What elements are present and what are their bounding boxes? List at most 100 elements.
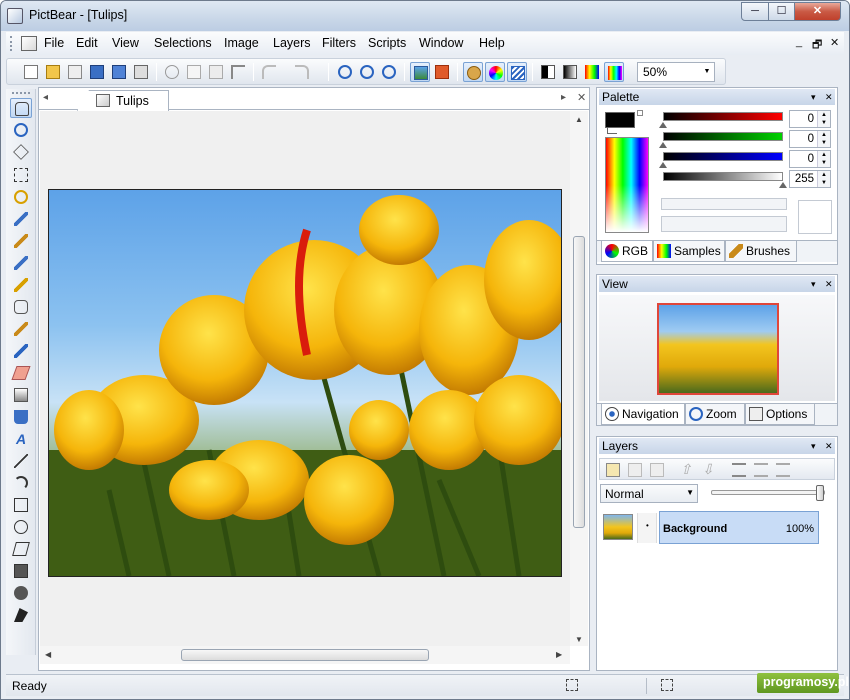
chevron-down-icon[interactable]: ▼: [686, 488, 694, 497]
red-slider[interactable]: [663, 112, 783, 121]
opacity-slider[interactable]: [711, 485, 825, 501]
color-wheel-icon[interactable]: [485, 62, 505, 82]
horizontal-scroll-thumb[interactable]: [181, 649, 429, 661]
menu-window[interactable]: Window: [419, 36, 463, 50]
mdi-restore-button[interactable]: 🗗: [812, 36, 822, 55]
blue-spinner[interactable]: ▲ ▼: [817, 151, 830, 167]
save-button[interactable]: [87, 62, 107, 82]
close-button[interactable]: ✕: [794, 2, 841, 21]
pin-icon[interactable]: ▾: [811, 89, 816, 105]
menu-grip[interactable]: [10, 36, 13, 51]
green-value-input[interactable]: 0 ▲ ▼: [789, 130, 831, 148]
navigator-area[interactable]: [599, 295, 835, 401]
grayscale-icon[interactable]: [560, 62, 580, 82]
scroll-up-icon[interactable]: ▲: [575, 115, 583, 124]
eyedropper-icon[interactable]: [10, 341, 32, 361]
open-folder-button[interactable]: [65, 62, 85, 82]
filled-polygon-icon[interactable]: [10, 605, 32, 625]
foreground-color-swatch[interactable]: [605, 112, 635, 128]
redo-button[interactable]: [292, 62, 322, 82]
alpha-value-input[interactable]: 255 ▲ ▼: [789, 170, 831, 188]
menu-file[interactable]: File: [44, 36, 64, 50]
horizontal-scrollbar[interactable]: ◀ ▶: [40, 646, 570, 664]
red-slider-handle[interactable]: [659, 122, 667, 128]
scroll-down-icon[interactable]: ▼: [575, 635, 583, 644]
layer-visibility-icon[interactable]: •: [637, 513, 657, 543]
smudge-icon[interactable]: [10, 297, 32, 317]
print-button[interactable]: [131, 62, 151, 82]
layers-icon[interactable]: [507, 62, 527, 82]
document-close-button[interactable]: ✕: [577, 91, 586, 104]
tab-samples[interactable]: Samples: [653, 241, 725, 262]
text-tool-icon[interactable]: A: [10, 429, 32, 449]
scroll-right-icon[interactable]: ▶: [556, 650, 562, 659]
menu-help[interactable]: Help: [479, 36, 505, 50]
layer-name-cell[interactable]: Background 100%: [659, 511, 819, 544]
menu-filters[interactable]: Filters: [322, 36, 356, 50]
move-layer-up-icon[interactable]: ⇧: [677, 460, 697, 480]
image-view-icon[interactable]: [410, 62, 430, 82]
pin-icon[interactable]: ▾: [811, 438, 816, 454]
tab-options[interactable]: Options: [745, 404, 815, 425]
new-file-button[interactable]: [21, 62, 41, 82]
blue-value-input[interactable]: 0 ▲ ▼: [789, 150, 831, 168]
tab-tulips[interactable]: Tulips: [77, 90, 169, 111]
move-layer-down-icon[interactable]: ⇩: [699, 460, 719, 480]
color-spectrum[interactable]: [605, 137, 649, 233]
delete-layer-icon[interactable]: [625, 460, 645, 480]
opacity-slider-handle[interactable]: [816, 485, 824, 501]
panel-close-button[interactable]: ✕: [825, 438, 833, 454]
new-layer-icon[interactable]: [603, 460, 623, 480]
canvas-area[interactable]: [40, 111, 570, 646]
curve-tool-icon[interactable]: [10, 473, 32, 493]
merge-visible-icon[interactable]: [751, 460, 771, 480]
move-tool-icon[interactable]: [10, 142, 32, 162]
menu-edit[interactable]: Edit: [76, 36, 98, 50]
panel-close-button[interactable]: ✕: [825, 276, 833, 292]
mail-icon[interactable]: [432, 62, 452, 82]
gradient-icon[interactable]: [10, 385, 32, 405]
app-icon[interactable]: [7, 8, 23, 24]
duplicate-layer-icon[interactable]: [647, 460, 667, 480]
color-levels-icon[interactable]: [582, 62, 602, 82]
navigator-thumbnail[interactable]: [657, 303, 779, 395]
document-icon[interactable]: [21, 36, 37, 51]
palette-icon[interactable]: [463, 62, 483, 82]
paste-icon[interactable]: [206, 62, 226, 82]
pin-icon[interactable]: ▾: [811, 276, 816, 292]
fill-bucket-icon[interactable]: [10, 407, 32, 427]
undo-button[interactable]: [259, 62, 289, 82]
copy-icon[interactable]: [184, 62, 204, 82]
filled-ellipse-icon[interactable]: [10, 583, 32, 603]
airbrush-icon[interactable]: [10, 253, 32, 273]
rect-select-icon[interactable]: [10, 165, 32, 185]
mdi-close-button[interactable]: ✕: [830, 36, 839, 49]
chevron-down-icon[interactable]: ▼: [700, 63, 714, 81]
green-slider-handle[interactable]: [659, 142, 667, 148]
green-spinner[interactable]: ▲ ▼: [817, 131, 830, 147]
brush-icon[interactable]: [10, 231, 32, 251]
flatten-icon[interactable]: [773, 460, 793, 480]
menu-image[interactable]: Image: [224, 36, 259, 50]
polygon-tool-icon[interactable]: [10, 539, 32, 559]
background-color-swatch[interactable]: [637, 110, 643, 116]
pencil-icon[interactable]: [10, 209, 32, 229]
alpha-spinner[interactable]: ▲ ▼: [817, 171, 830, 187]
eraser-icon[interactable]: [10, 363, 32, 383]
maximize-button[interactable]: ☐: [768, 2, 795, 21]
cut-icon[interactable]: [162, 62, 182, 82]
rectangle-tool-icon[interactable]: [10, 495, 32, 515]
tab-rgb[interactable]: RGB: [601, 241, 653, 262]
zoom-tool-icon[interactable]: [10, 120, 32, 140]
tab-zoom[interactable]: Zoom: [685, 404, 745, 425]
tab-next-button[interactable]: ▸: [561, 92, 566, 103]
vertical-scroll-thumb[interactable]: [573, 236, 585, 528]
tab-navigation[interactable]: Navigation: [601, 404, 685, 425]
layer-row[interactable]: • Background 100%: [597, 511, 837, 545]
tulips-image[interactable]: [48, 189, 562, 577]
menu-layers[interactable]: Layers: [273, 36, 311, 50]
merge-layer-icon[interactable]: [729, 460, 749, 480]
menu-scripts[interactable]: Scripts: [368, 36, 406, 50]
swap-colors-icon[interactable]: [607, 128, 617, 134]
crop-icon[interactable]: [228, 62, 248, 82]
